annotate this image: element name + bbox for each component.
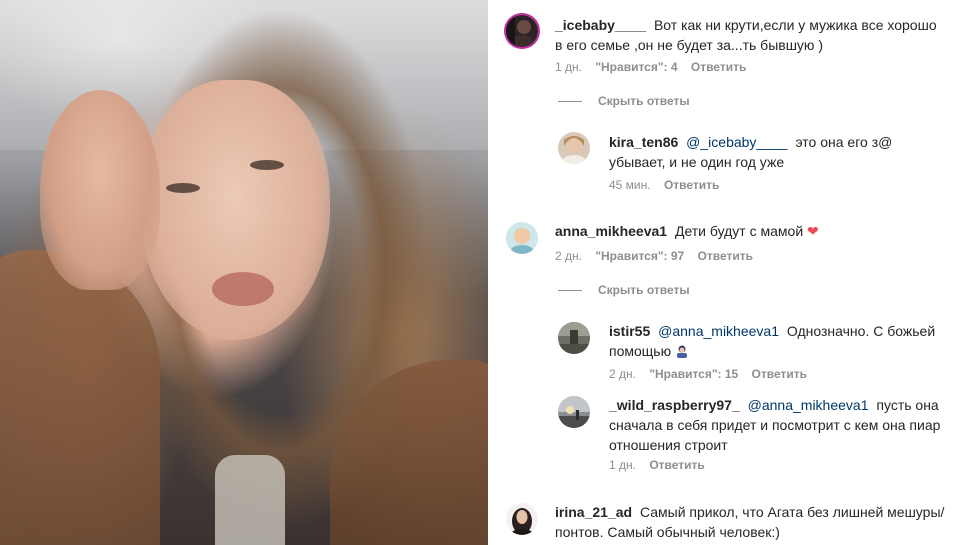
hide-replies-button[interactable]: Скрыть ответы (558, 94, 690, 108)
avatar[interactable] (558, 132, 590, 164)
reply-body: istir55 @anna_mikheeva1 Однозначно. С бо… (609, 321, 949, 361)
reply-username[interactable]: istir55 (609, 323, 650, 339)
hide-replies-label: Скрыть ответы (598, 283, 690, 297)
hand (40, 90, 160, 290)
reply-button[interactable]: Ответить (752, 367, 807, 381)
avatar[interactable] (558, 322, 590, 354)
comment-username[interactable]: irina_21_ad (555, 504, 632, 520)
eye-right (250, 160, 284, 170)
avatar[interactable] (506, 222, 538, 254)
reply-meta: 2 дн. "Нравится": 15 Ответить (609, 366, 817, 382)
avatar[interactable] (558, 396, 590, 428)
reply-button[interactable]: Ответить (664, 178, 719, 192)
reply-username[interactable]: kira_ten86 (609, 134, 678, 150)
divider-line (558, 100, 582, 102)
reply-mention[interactable]: @anna_mikheeva1 (748, 397, 869, 413)
reply-button[interactable]: Ответить (691, 60, 746, 74)
comment-time[interactable]: 1 дн. (555, 60, 582, 74)
reply-time[interactable]: 45 мин. (609, 178, 651, 192)
reply-mention[interactable]: @_icebaby____ (686, 134, 787, 150)
reply-time[interactable]: 1 дн. (609, 458, 636, 472)
avatar[interactable] (506, 503, 538, 535)
eye-left (166, 183, 200, 193)
comment-body: irina_21_ad Самый прикол, что Агата без … (555, 502, 945, 542)
comment-meta: 1 дн. "Нравится": 4 Ответить (555, 59, 756, 75)
comment-body: _icebaby____ Вот как ни крути,если у муж… (555, 15, 945, 55)
reply-body: kira_ten86 @_icebaby____ это она его з@ … (609, 132, 949, 172)
comments-panel[interactable]: _icebaby____ Вот как ни крути,если у муж… (488, 0, 958, 545)
reply-meta: 45 мин. Ответить (609, 177, 729, 193)
sweater (215, 455, 285, 545)
person-bowing-icon (676, 345, 687, 358)
post-media[interactable] (0, 0, 488, 545)
reply-body: _wild_raspberry97_ @anna_mikheeva1 пусть… (609, 395, 949, 455)
comment-body: anna_mikheeva1 Дети будут с мамой ❤ (555, 221, 945, 241)
reply-likes[interactable]: "Нравится": 15 (649, 367, 738, 381)
reply-time[interactable]: 2 дн. (609, 367, 636, 381)
comment-text: Дети будут с мамой (674, 223, 804, 239)
comment-likes[interactable]: "Нравится": 4 (595, 60, 677, 74)
comment-likes[interactable]: "Нравится": 97 (595, 249, 684, 263)
comment-meta: 2 дн. "Нравится": 97 Ответить (555, 248, 763, 264)
hide-replies-label: Скрыть ответы (598, 94, 690, 108)
reply-meta: 1 дн. Ответить (609, 457, 715, 473)
comment-time[interactable]: 2 дн. (555, 249, 582, 263)
reply-button[interactable]: Ответить (649, 458, 704, 472)
lips (212, 272, 274, 306)
comment-username[interactable]: _icebaby____ (555, 17, 646, 33)
comment-username[interactable]: anna_mikheeva1 (555, 223, 667, 239)
reply-button[interactable]: Ответить (698, 249, 753, 263)
hide-replies-button[interactable]: Скрыть ответы (558, 283, 690, 297)
reply-mention[interactable]: @anna_mikheeva1 (658, 323, 779, 339)
heart-emoji: ❤ (807, 223, 819, 239)
avatar[interactable] (506, 15, 538, 47)
reply-username[interactable]: _wild_raspberry97_ (609, 397, 740, 413)
divider-line (558, 289, 582, 291)
